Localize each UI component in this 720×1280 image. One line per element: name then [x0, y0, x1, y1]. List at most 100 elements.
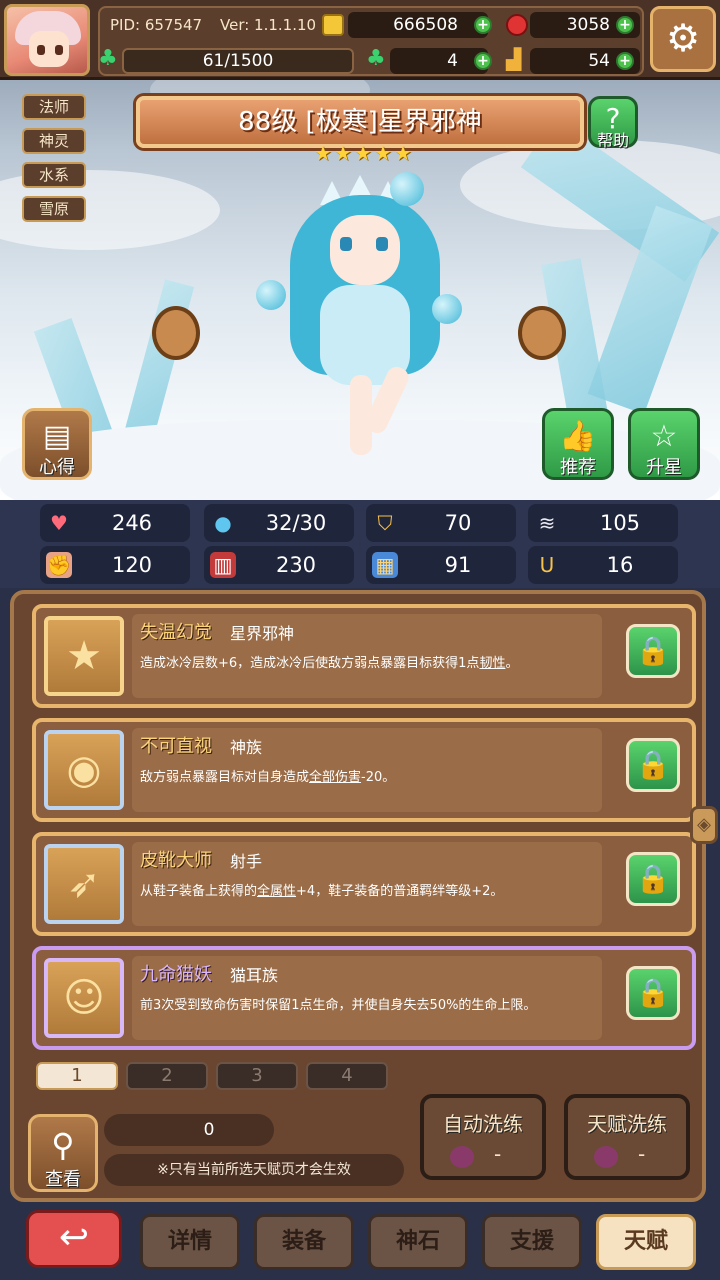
wing-icon: ≋: [538, 511, 556, 535]
tag-region: 雪原: [22, 196, 86, 222]
stats-panel: ♥ 246 ● 32/30 ⛉ 70 ≋ 105 ✊ 120 ▥ 230 ▦ 9…: [0, 500, 720, 588]
stat-attack: ✊ 120: [40, 546, 190, 584]
thumbs-up-icon: 👍: [559, 419, 597, 454]
star-icon: ★: [334, 141, 352, 165]
talent-wash-button[interactable]: 天赋洗练 -: [564, 1094, 690, 1180]
star-up-icon: ☆: [650, 419, 678, 454]
add-gold-button[interactable]: +: [474, 16, 492, 34]
lock-icon[interactable]: 🔒: [626, 738, 680, 792]
back-arrow-icon[interactable]: ↩: [26, 1210, 122, 1268]
eye-badge-icon: ◉: [44, 730, 124, 810]
gold-coin-icon: [322, 14, 344, 36]
auto-wash-button[interactable]: 自动洗练 -: [420, 1094, 546, 1180]
player-avatar[interactable]: [4, 4, 90, 76]
lock-icon[interactable]: 🔒: [626, 966, 680, 1020]
talent-desc: 敌方弱点暴露目标对自身造成全部伤害-20。: [140, 770, 396, 785]
star-icon: ★: [314, 141, 332, 165]
fist-icon: ✊: [46, 552, 72, 578]
wash-cost: 0: [104, 1114, 274, 1146]
heart-icon: ♥: [50, 511, 68, 535]
talent-page-note: ※只有当前所选天赋页才会生效: [104, 1154, 404, 1186]
talent-type: 星界邪神: [230, 624, 295, 643]
ice-orb-icon: [432, 294, 462, 324]
red-gem-icon: [506, 14, 528, 36]
stat-luck: Ս 16: [528, 546, 678, 584]
add-gems-button[interactable]: +: [616, 16, 634, 34]
exp-bar: 61/1500: [122, 48, 354, 74]
horseshoe-icon: Ս: [539, 553, 555, 577]
previous-hero-button[interactable]: [152, 306, 200, 360]
water-drop-icon: ●: [214, 511, 232, 535]
gold-amount: 666508: [348, 12, 488, 38]
talent-card[interactable]: ◉ 不可直视 神族 敌方弱点暴露目标对自身造成全部伤害-20。 🔒: [32, 718, 696, 822]
stat-hp: ♥ 246: [40, 504, 190, 542]
talent-page-tab-4[interactable]: 4: [306, 1062, 388, 1090]
book-icon: ▥: [210, 552, 236, 578]
talent-card[interactable]: ★ 失温幻觉 星界邪神 造成冰冷层数+6，造成冰冷后使敌方弱点暴露目标获得1点韧…: [32, 604, 696, 708]
berry-icon: [450, 1146, 474, 1168]
nav-godstone[interactable]: 神石: [368, 1214, 468, 1270]
star-icon: ★: [394, 141, 412, 165]
bow-badge-icon: ➶: [44, 844, 124, 924]
ice-orb-icon: [390, 172, 424, 206]
talent-page-tab-2[interactable]: 2: [126, 1062, 208, 1090]
talent-type: 射手: [230, 852, 263, 871]
tag-class: 法师: [22, 94, 86, 120]
talent-type: 神族: [230, 738, 263, 757]
talent-card[interactable]: ➶ 皮靴大师 射手 从鞋子装备上获得的全属性+4，鞋子装备的普通羁绊等级+2。 …: [32, 832, 696, 936]
star-badge-icon: ★: [44, 616, 124, 696]
shield-icon: ⛉: [377, 511, 393, 535]
magnifier-icon: ⚲: [51, 1126, 75, 1164]
talent-name: 皮靴大师: [140, 850, 212, 871]
version-label: Ver: 1.1.1.10: [220, 16, 317, 34]
scroll-icon: ▦: [372, 552, 398, 578]
lock-icon[interactable]: 🔒: [626, 624, 680, 678]
nav-equipment[interactable]: 装备: [254, 1214, 354, 1270]
nav-support[interactable]: 支援: [482, 1214, 582, 1270]
talent-name: 失温幻觉: [140, 622, 212, 643]
nav-talent[interactable]: 天赋: [596, 1214, 696, 1270]
talent-desc: 前3次受到致命伤害时保留1点生命，并使自身失去50%的生命上限。: [140, 998, 537, 1013]
ice-orb-icon: [256, 280, 286, 310]
player-id: PID: 657547: [110, 16, 203, 34]
stat-defense: ⛉ 70: [366, 504, 516, 542]
stat-magic: ▥ 230: [204, 546, 354, 584]
talent-page-tab-3[interactable]: 3: [216, 1062, 298, 1090]
star-icon: ★: [374, 141, 392, 165]
hero-title: 88级 [极寒]星界邪神: [238, 107, 482, 137]
top-bar: PID: 657547 Ver: 1.1.1.10 666508 + 3058 …: [0, 0, 720, 80]
settings-gear-icon[interactable]: ⚙: [650, 6, 716, 72]
cat-badge-icon: ☺: [44, 958, 124, 1038]
recommend-button[interactable]: 👍 推荐: [542, 408, 614, 480]
add-clover-button[interactable]: +: [474, 52, 492, 70]
tag-element: 水系: [22, 162, 86, 188]
side-scroll-handle[interactable]: ◈: [690, 806, 718, 844]
talent-desc: 从鞋子装备上获得的全属性+4，鞋子装备的普通羁绊等级+2。: [140, 884, 504, 899]
next-hero-button[interactable]: [518, 306, 566, 360]
talent-name: 不可直视: [140, 736, 212, 757]
star-icon: ★: [354, 141, 372, 165]
stat-speed: ≋ 105: [528, 504, 678, 542]
lock-icon[interactable]: 🔒: [626, 852, 680, 906]
talent-name: 九命猫妖: [140, 964, 212, 985]
talent-type: 猫耳族: [230, 966, 279, 985]
upgrade-star-button[interactable]: ☆ 升星: [628, 408, 700, 480]
view-button[interactable]: ⚲ 查看: [28, 1114, 98, 1192]
resource-panel: PID: 657547 Ver: 1.1.1.10 666508 + 3058 …: [98, 6, 644, 76]
talent-card[interactable]: ☺ 九命猫妖 猫耳族 前3次受到致命伤害时保留1点生命，并使自身失去50%的生命…: [32, 946, 696, 1050]
stat-resist: ▦ 91: [366, 546, 516, 584]
help-button[interactable]: ? 帮助: [588, 96, 638, 150]
boot-icon: ▟: [506, 47, 522, 71]
notes-button[interactable]: ▤ 心得: [22, 408, 92, 480]
talent-page-tab-1[interactable]: 1: [36, 1062, 118, 1090]
tag-race: 神灵: [22, 128, 86, 154]
hero-sprite: [280, 175, 450, 465]
talent-desc: 造成冰冷层数+6，造成冰冷后使敌方弱点暴露目标获得1点韧性。: [140, 656, 519, 671]
notes-icon: ▤: [42, 419, 72, 454]
stat-mana: ● 32/30: [204, 504, 354, 542]
exp-clover-icon: ♣: [98, 46, 118, 71]
nav-details[interactable]: 详情: [140, 1214, 240, 1270]
add-boots-button[interactable]: +: [616, 52, 634, 70]
clover-icon: ♣: [366, 46, 386, 71]
berry-icon: [594, 1146, 618, 1168]
